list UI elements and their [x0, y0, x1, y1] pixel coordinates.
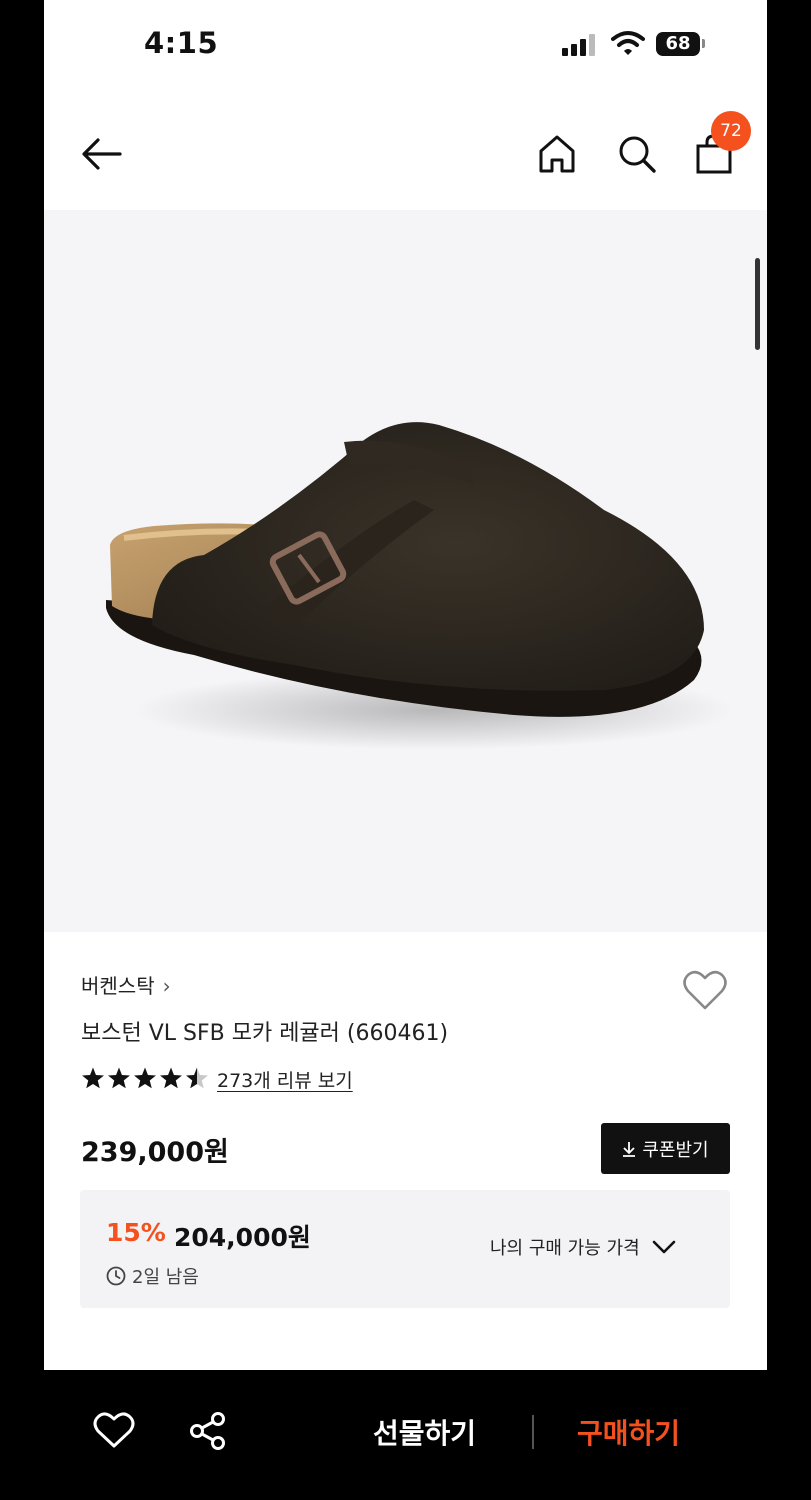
my-price-label: 나의 구매 가능 가격	[490, 1238, 640, 1259]
discount-price: 204,000원	[174, 1223, 311, 1252]
time-remaining-label: 2일 남음	[132, 1267, 199, 1288]
clock-icon	[106, 1266, 126, 1286]
coupon-label: 쿠폰받기	[642, 1139, 709, 1161]
buy-button[interactable]: 구매하기	[577, 1412, 680, 1452]
battery-indicator: 68	[656, 32, 700, 56]
cart-count-badge: 72	[711, 111, 751, 151]
star-rating-icon	[82, 1067, 208, 1089]
star-icon	[82, 1067, 104, 1089]
chevron-down-icon	[652, 1240, 675, 1254]
star-icon	[134, 1067, 156, 1089]
home-icon[interactable]	[538, 133, 576, 175]
original-price: 239,000원	[81, 1137, 229, 1168]
back-arrow-icon[interactable]	[80, 134, 124, 174]
star-icon	[160, 1067, 182, 1089]
product-image[interactable]	[44, 210, 767, 932]
time-remaining: 2일 남음	[106, 1263, 199, 1289]
my-price-toggle[interactable]: 나의 구매 가능 가격	[490, 1234, 676, 1260]
chevron-right-icon: ›	[162, 974, 171, 998]
brand-link[interactable]: 버켄스탁 ›	[81, 970, 171, 999]
battery-cap	[702, 39, 705, 48]
member-price-box[interactable]: 15% 204,000원 2일 남음 나의 구매 가능 가격	[80, 1190, 730, 1308]
review-link[interactable]: 273개 리뷰 보기	[217, 1066, 353, 1093]
gift-button[interactable]: 선물하기	[373, 1412, 476, 1452]
star-icon	[108, 1067, 130, 1089]
bottom-divider	[532, 1415, 534, 1449]
heart-icon[interactable]	[682, 968, 728, 1012]
cellular-signal-icon	[562, 34, 598, 56]
product-title: 보스턴 VL SFB 모카 레귤러 (660461)	[81, 1021, 449, 1046]
brand-name: 버켄스탁	[81, 974, 155, 998]
star-icon	[186, 1067, 208, 1089]
bottom-heart-icon[interactable]	[93, 1410, 135, 1450]
share-icon[interactable]	[188, 1410, 230, 1452]
search-icon[interactable]	[616, 133, 658, 175]
clog-illustration	[106, 422, 734, 750]
wifi-icon	[611, 31, 645, 55]
download-icon	[623, 1141, 636, 1157]
image-scrollbar[interactable]	[755, 258, 760, 350]
discount-rate: 15%	[106, 1218, 166, 1247]
status-time: 4:15	[144, 26, 219, 60]
app-screen: 4:15 68 72 버켄스탁 › 보스턴 VL SFB 모카 레귤러 (660…	[44, 0, 767, 1370]
coupon-button[interactable]: 쿠폰받기	[601, 1123, 730, 1174]
